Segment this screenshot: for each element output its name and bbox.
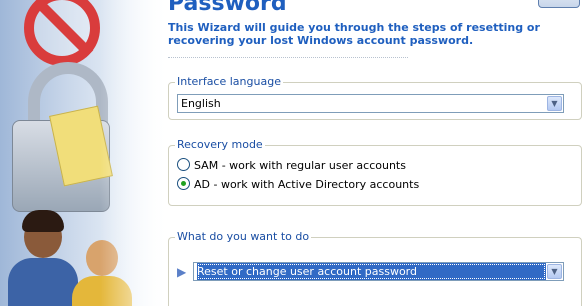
wizard-title: Password [168,0,287,16]
radio-button[interactable] [177,177,190,190]
chevron-down-icon[interactable]: ▼ [547,96,562,111]
radio-button[interactable] [177,158,190,171]
action-select[interactable]: Reset or change user account password ▼ [193,262,564,281]
person-illustration [8,210,78,306]
radio-label: AD - work with Active Directory accounts [194,178,420,191]
radio-ad[interactable]: AD - work with Active Directory accounts [177,177,419,193]
divider [168,57,408,58]
select-value: Reset or change user account password [197,263,546,280]
interface-language-select[interactable]: English ▼ [177,94,564,113]
radio-sam[interactable]: SAM - work with regular user accounts [177,158,406,174]
recovery-mode-group: Recovery mode SAM - work with regular us… [168,138,582,206]
group-legend: Recovery mode [175,138,265,151]
group-legend: Interface language [175,75,283,88]
action-group: What do you want to do ▶ Reset or change… [168,230,582,306]
interface-language-group: Interface language English ▼ [168,75,582,120]
group-legend: What do you want to do [175,230,312,243]
select-value: English [181,97,221,110]
play-arrow-icon: ▶ [177,265,187,279]
wizard-description: This Wizard will guide you through the s… [168,21,540,47]
wizard-side-illustration [0,0,170,306]
header-button[interactable] [538,0,580,8]
radio-label: SAM - work with regular user accounts [194,159,406,172]
prohibited-sign-icon [24,0,100,66]
chevron-down-icon[interactable]: ▼ [547,264,562,279]
